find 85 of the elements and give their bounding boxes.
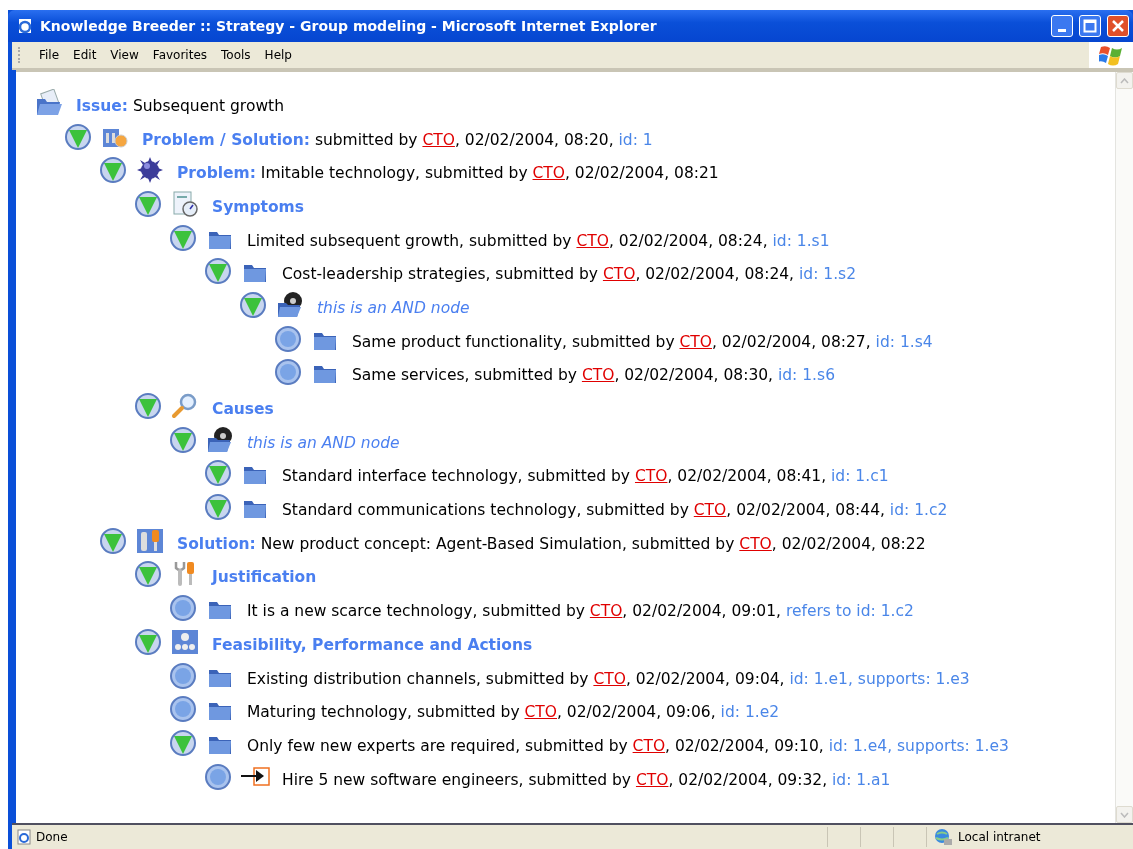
node-text: Only few new experts are required, submitted by CTO, 02/02/2004, 09:10, id: 1.e4, supports: 1.e3 — [247, 736, 1009, 755]
collapse-toggle-icon[interactable] — [204, 459, 232, 488]
collapse-toggle-icon[interactable] — [99, 526, 127, 555]
maximize-icon — [1083, 19, 1097, 33]
menu-item[interactable]: File — [32, 46, 67, 64]
node-note: this is an AND node — [317, 298, 470, 317]
author-link[interactable]: CTO — [635, 770, 669, 789]
document-clock-icon — [171, 189, 199, 218]
chevron-up-icon — [1120, 77, 1129, 84]
node-text: Existing distribution channels, submitted by CTO, 02/02/2004, 09:04, id: 1.e1, supports: 1.e3 — [247, 669, 970, 688]
section-heading: Symptoms — [212, 197, 304, 216]
section-heading: Causes — [212, 400, 274, 419]
node-text: Hire 5 new software engineers, submitted by CTO, 02/02/2004, 09:32, id: 1.a1 — [282, 770, 891, 789]
node-text: Maturing technology, submitted by CTO, 02/02/2004, 09:06, id: 1.e2 — [247, 703, 780, 722]
author-link[interactable]: CTO — [602, 265, 636, 284]
collapse-toggle-icon[interactable] — [134, 560, 162, 589]
collapse-toggle-icon[interactable] — [169, 728, 197, 757]
magnifier-icon — [171, 392, 199, 421]
section-heading: Feasibility, Performance and Actions — [212, 635, 533, 654]
node-text: Solution: New product concept: Agent-Based Simulation, submitted by CTO, 02/02/2004, 08:22 — [177, 534, 926, 553]
minimize-icon — [1058, 29, 1066, 32]
node-text: Limited subsequent growth, submitted by CTO, 02/02/2004, 08:24, id: 1.s1 — [247, 231, 830, 250]
node-text: Problem / Solution: submitted by CTO, 02/02/2004, 08:20, id: 1 — [142, 130, 653, 149]
folder-disc-icon — [206, 425, 234, 454]
arrow-into-box-icon — [240, 764, 270, 789]
author-link[interactable]: CTO — [632, 736, 666, 755]
minimize-button[interactable] — [1051, 15, 1073, 37]
window-title: Knowledge Breeder :: Strategy - Group modeling - Microsoft Internet Explorer — [40, 18, 658, 34]
author-link[interactable]: CTO — [532, 164, 565, 183]
menu-item[interactable]: View — [103, 46, 146, 64]
chevron-down-icon — [1120, 811, 1129, 818]
page-icon — [16, 829, 32, 845]
folder-disc-icon — [276, 290, 304, 319]
browser-icon — [16, 17, 34, 35]
node-note: this is an AND node — [247, 433, 400, 452]
collapse-toggle-icon[interactable] — [134, 189, 162, 218]
author-link[interactable]: CTO — [524, 703, 557, 722]
collapse-toggle-icon[interactable] — [169, 425, 197, 454]
collapse-toggle-icon[interactable] — [99, 156, 127, 185]
collapse-toggle-icon[interactable] — [64, 122, 92, 151]
node-text: It is a new scarce technology, submitted by CTO, 02/02/2004, 09:01, refers to id: 1.c2 — [247, 602, 914, 621]
node-text: Standard interface technology, submitted by CTO, 02/02/2004, 08:41, id: 1.c1 — [282, 467, 889, 486]
windows-logo-icon — [1099, 44, 1123, 66]
node-text: Problem: Imitable technology, submitted by CTO, 02/02/2004, 08:21 — [177, 164, 719, 183]
node-text: Standard communications technology, submitted by CTO, 02/02/2004, 08:44, id: 1.c2 — [282, 501, 948, 520]
close-button[interactable] — [1107, 15, 1129, 37]
section-heading: Justification — [212, 568, 317, 587]
collapse-toggle-icon[interactable] — [204, 493, 232, 522]
author-link[interactable]: CTO — [593, 669, 626, 688]
menu-item[interactable]: Favorites — [145, 46, 215, 64]
author-link[interactable]: CTO — [589, 602, 623, 621]
collapse-toggle-icon[interactable] — [134, 392, 162, 421]
node-bullet-icon[interactable] — [204, 762, 232, 791]
close-icon — [1111, 19, 1125, 33]
author-link[interactable]: CTO — [422, 130, 455, 149]
collapse-toggle-icon[interactable] — [204, 257, 232, 286]
network-globe-icon — [933, 828, 953, 846]
menu-item[interactable]: Tools — [214, 46, 258, 64]
open-folder-icon — [35, 88, 63, 117]
collapse-toggle-icon[interactable] — [239, 290, 267, 319]
tools-icon — [136, 526, 164, 555]
author-link[interactable]: CTO — [693, 501, 727, 520]
node-bullet-icon[interactable] — [274, 324, 302, 353]
author-link[interactable]: CTO — [581, 366, 615, 385]
author-link[interactable]: CTO — [679, 332, 712, 351]
node-bullet-icon[interactable] — [274, 358, 302, 387]
maximize-button[interactable] — [1079, 15, 1101, 37]
node-text: Issue: Subsequent growth — [76, 96, 284, 115]
node-bullet-icon[interactable] — [169, 661, 197, 690]
dials-icon — [171, 627, 199, 656]
author-link[interactable]: CTO — [576, 231, 609, 250]
collapse-toggle-icon[interactable] — [134, 627, 162, 656]
node-bullet-icon[interactable] — [169, 695, 197, 724]
status-text: Done — [36, 830, 68, 844]
spiky-ball-icon — [136, 156, 164, 185]
security-zone-text: Local intranet — [958, 830, 1041, 844]
menu-item[interactable]: Help — [257, 46, 299, 64]
collapse-toggle-icon[interactable] — [169, 223, 197, 252]
author-link[interactable]: CTO — [739, 534, 772, 553]
node-bullet-icon[interactable] — [169, 594, 197, 623]
author-link[interactable]: CTO — [634, 467, 668, 486]
menu-item[interactable]: Edit — [66, 46, 104, 64]
node-text: Cost-leadership strategies, submitted by CTO, 02/02/2004, 08:24, id: 1.s2 — [282, 265, 856, 284]
node-text: Same services, submitted by CTO, 02/02/2004, 08:30, id: 1.s6 — [352, 366, 835, 385]
node-text: Same product functionality, submitted by CTO, 02/02/2004, 08:27, id: 1.s4 — [352, 332, 933, 351]
